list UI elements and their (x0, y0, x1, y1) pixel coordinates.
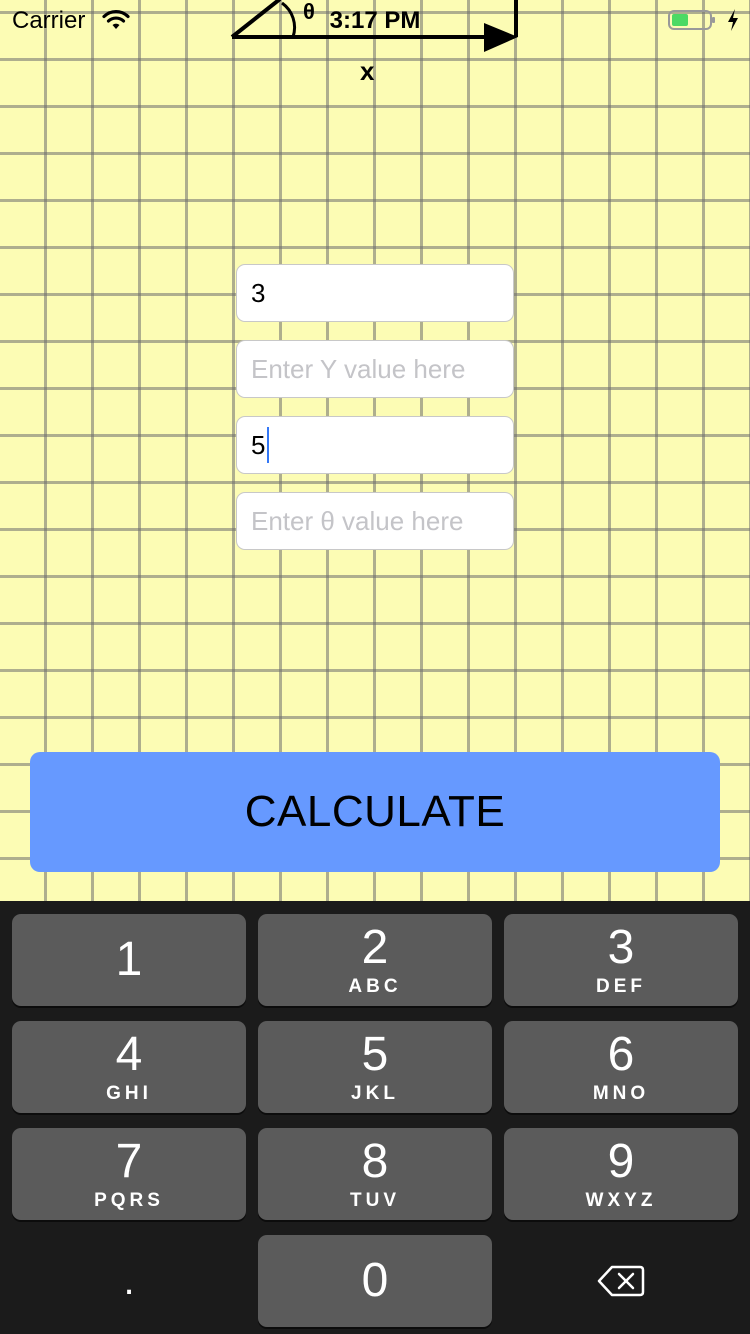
key-digit: 9 (607, 1135, 635, 1188)
key-9[interactable]: 9 WXYZ (504, 1128, 738, 1220)
key-2[interactable]: 2 ABC (258, 914, 492, 1006)
status-bar: Carrier 3:17 PM (0, 0, 750, 40)
key-digit: 3 (607, 921, 635, 974)
key-digit: 8 (361, 1135, 389, 1188)
key-letters: DEF (596, 976, 646, 997)
key-letters: WXYZ (585, 1190, 657, 1211)
x-axis-label: x (360, 56, 375, 86)
delete-backspace-icon (597, 1265, 645, 1297)
key-3[interactable]: 3 DEF (504, 914, 738, 1006)
calculate-button[interactable]: CALCULATE (30, 752, 720, 872)
y-value-input[interactable] (236, 340, 514, 398)
key-letters: GHI (106, 1083, 152, 1104)
numeric-keypad: 1 2 ABC 3 DEF 4 GHI 5 JKL 6 MNO 7 PQRS 8… (0, 901, 750, 1334)
key-digit: 6 (607, 1028, 635, 1081)
key-letters: TUV (350, 1190, 400, 1211)
r-value-input[interactable] (236, 416, 514, 474)
key-digit: 5 (361, 1028, 389, 1081)
key-decimal[interactable]: . (12, 1235, 246, 1327)
battery-icon (668, 10, 715, 30)
key-digit: 7 (115, 1135, 143, 1188)
key-letters: JKL (351, 1083, 399, 1104)
key-7[interactable]: 7 PQRS (12, 1128, 246, 1220)
key-6[interactable]: 6 MNO (504, 1021, 738, 1113)
key-5[interactable]: 5 JKL (258, 1021, 492, 1113)
key-8[interactable]: 8 TUV (258, 1128, 492, 1220)
key-letters: PQRS (94, 1190, 164, 1211)
key-digit: 4 (115, 1028, 143, 1081)
key-digit: 0 (361, 1254, 389, 1307)
key-letters: ABC (348, 976, 402, 997)
key-1[interactable]: 1 (12, 914, 246, 1006)
key-digit: 1 (115, 933, 143, 986)
status-time: 3:17 PM (329, 7, 421, 34)
key-digit: 2 (361, 921, 389, 974)
theta-value-input[interactable] (236, 492, 514, 550)
key-4[interactable]: 4 GHI (12, 1021, 246, 1113)
text-caret (267, 427, 269, 463)
key-delete[interactable] (504, 1235, 738, 1327)
key-0[interactable]: 0 (258, 1235, 492, 1327)
key-letters: MNO (592, 1083, 650, 1104)
x-value-input[interactable] (236, 264, 514, 322)
bolt-icon (728, 9, 738, 31)
